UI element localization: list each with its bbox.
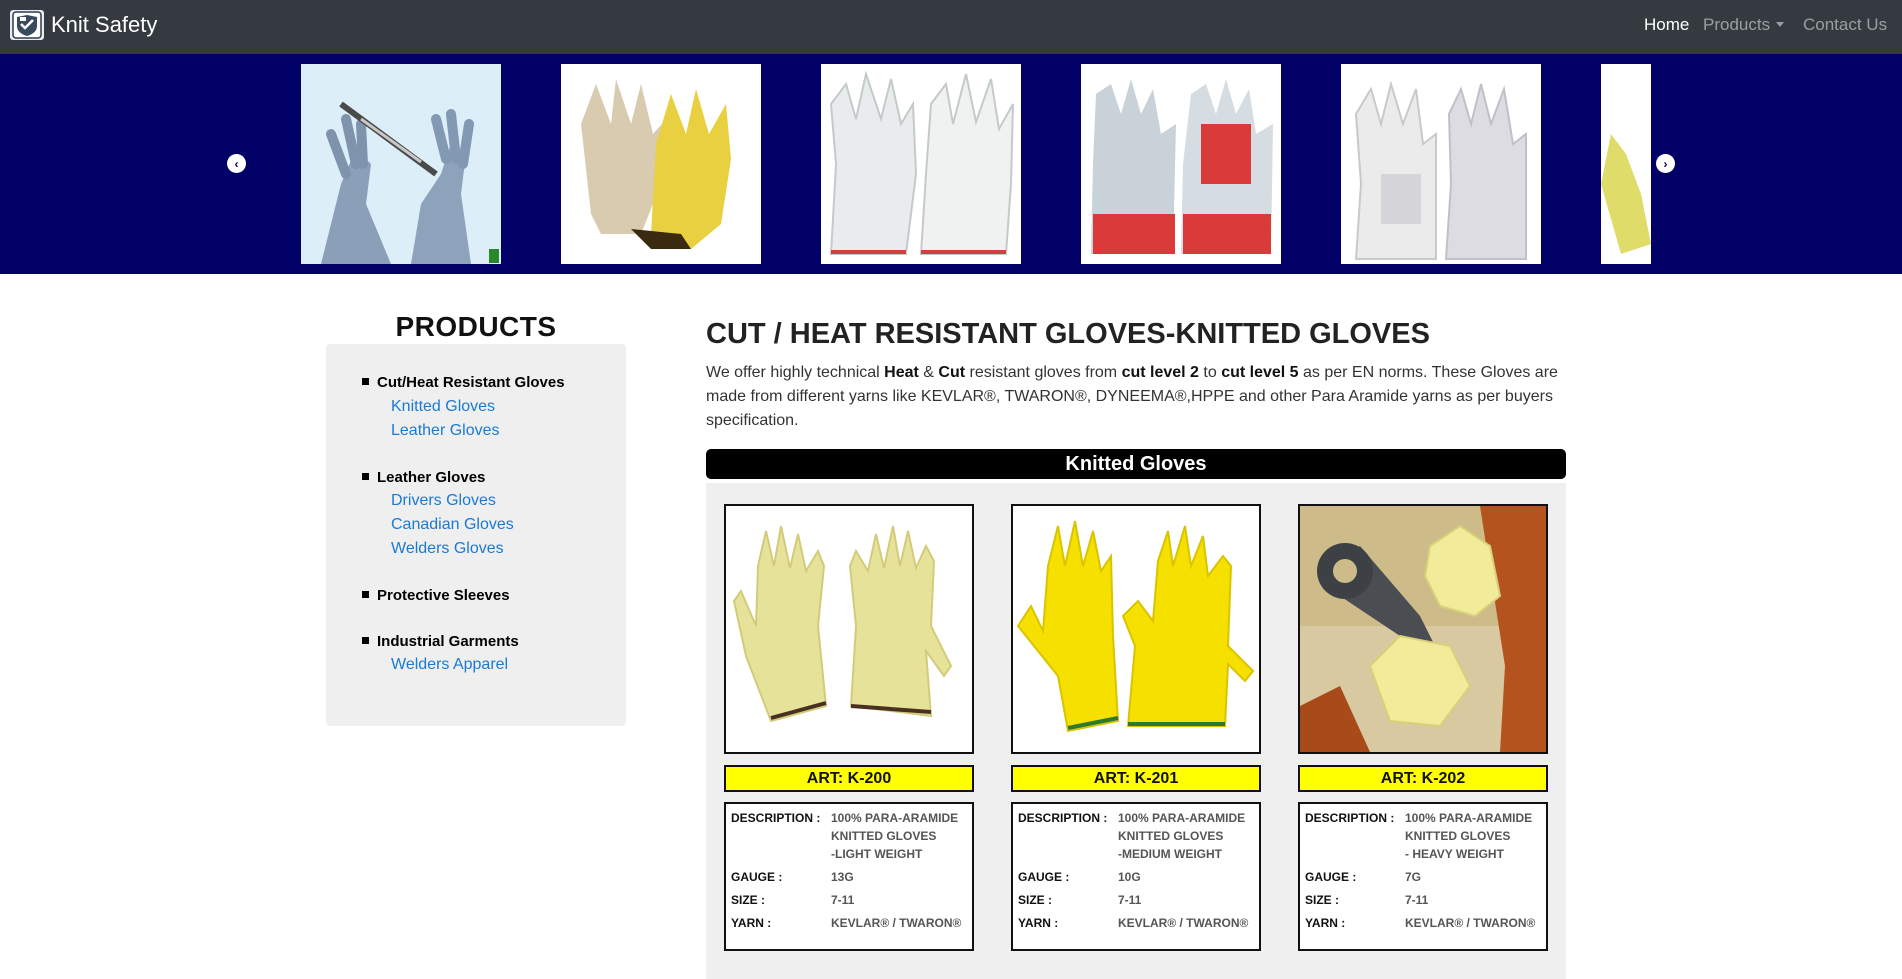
spec-label-gauge: GAUGE : — [731, 870, 783, 884]
spec-label-description: DESCRIPTION : — [1305, 811, 1395, 825]
spec-value-description: 100% PARA-ARAMIDE KNITTED GLOVES -MEDIUM… — [1118, 811, 1246, 861]
spec-label-yarn: YARN : — [1018, 916, 1059, 930]
yellow-knitted-gloves-pair-icon — [1013, 506, 1259, 752]
product-image-k200[interactable] — [724, 504, 974, 754]
spec-label-yarn: YARN : — [731, 916, 772, 930]
spec-label-size: SIZE : — [1018, 893, 1053, 907]
spec-label-size: SIZE : — [731, 893, 766, 907]
sidebar-item-knitted-gloves[interactable]: Knitted Gloves — [391, 398, 495, 416]
brand-name: Knit Safety — [51, 12, 158, 37]
bullet-square-icon — [362, 637, 369, 644]
gloved-hands-with-wrench-icon — [1300, 506, 1546, 752]
nav-contact-link[interactable]: Contact Us — [1803, 15, 1887, 35]
spec-value-size: 7-11 — [1118, 893, 1142, 907]
brand-logo-icon — [10, 10, 44, 40]
spec-label-description: DESCRIPTION : — [1018, 811, 1108, 825]
spec-label-yarn: YARN : — [1305, 916, 1346, 930]
chevron-left-icon: ‹ — [234, 156, 239, 171]
carousel-slide-dotted-knitted-glove[interactable] — [561, 64, 761, 264]
product-sidebar: Cut/Heat Resistant Gloves Knitted Gloves… — [326, 344, 626, 726]
sidebar-category-industrial-garments[interactable]: Industrial Garments — [362, 633, 519, 650]
sidebar-heading: PRODUCTS — [395, 311, 557, 342]
nav-home-link[interactable]: Home — [1644, 15, 1689, 35]
sidebar-category-label: Cut/Heat Resistant Gloves — [377, 374, 565, 391]
sidebar-item-welders-gloves[interactable]: Welders Gloves — [391, 540, 504, 558]
carousel-slide-white-leather-welders-gloves[interactable] — [1341, 64, 1541, 264]
sidebar-item-leather-gloves-cut[interactable]: Leather Gloves — [391, 422, 500, 440]
carousel-slide-yellow-knitted-glove[interactable] — [1601, 64, 1651, 264]
carousel-slide-white-leather-driver-gloves[interactable] — [821, 64, 1021, 264]
spec-value-gauge: 10G — [1118, 870, 1141, 884]
spec-value-description: 100% PARA-ARAMIDE KNITTED GLOVES - HEAVY… — [1405, 811, 1533, 861]
spec-value-description: 100% PARA-ARAMIDE KNITTED GLOVES -LIGHT … — [831, 811, 959, 861]
chevron-right-icon: › — [1663, 156, 1668, 171]
carousel-prev-button[interactable]: ‹ — [227, 154, 246, 173]
top-navbar: Knit Safety Home Products Contact Us — [0, 0, 1902, 54]
page-title: CUT / HEAT RESISTANT GLOVES-KNITTED GLOV… — [706, 318, 1430, 350]
product-art-label: ART: K-202 — [1298, 765, 1548, 792]
carousel-next-button[interactable]: › — [1656, 154, 1675, 173]
sidebar-category-label: Protective Sleeves — [377, 587, 510, 604]
bullet-square-icon — [362, 591, 369, 598]
product-spec-table: DESCRIPTION : 100% PARA-ARAMIDE KNITTED … — [724, 802, 974, 951]
sidebar-category-label: Leather Gloves — [377, 469, 486, 486]
chevron-down-icon — [1776, 22, 1785, 27]
spec-label-gauge: GAUGE : — [1305, 870, 1357, 884]
product-spec-table: DESCRIPTION : 100% PARA-ARAMIDE KNITTED … — [1011, 802, 1261, 951]
sidebar-category-cut-heat[interactable]: Cut/Heat Resistant Gloves — [362, 374, 565, 391]
brand-link[interactable]: Knit Safety — [10, 10, 157, 40]
sidebar-category-label: Industrial Garments — [377, 633, 519, 650]
section-title-bar: Knitted Gloves — [706, 449, 1566, 479]
pale-yellow-knitted-gloves-pair-icon — [726, 506, 972, 752]
spec-value-gauge: 13G — [831, 870, 854, 884]
spec-value-yarn: KEVLAR® / TWARON® — [1405, 916, 1536, 930]
nav-products-dropdown[interactable]: Products — [1703, 15, 1785, 35]
carousel-slide-grey-knitted-cut-glove-with-knife[interactable] — [301, 64, 501, 264]
spec-label-gauge: GAUGE : — [1018, 870, 1070, 884]
bullet-square-icon — [362, 473, 369, 480]
spec-value-yarn: KEVLAR® / TWARON® — [831, 916, 962, 930]
spec-label-description: DESCRIPTION : — [731, 811, 821, 825]
spec-value-gauge: 7G — [1405, 870, 1422, 884]
nav-products-label: Products — [1703, 15, 1771, 34]
product-image-k201[interactable] — [1011, 504, 1261, 754]
sidebar-item-drivers-gloves[interactable]: Drivers Gloves — [391, 492, 496, 510]
sidebar-category-leather-gloves[interactable]: Leather Gloves — [362, 469, 485, 486]
spec-value-size: 7-11 — [831, 893, 855, 907]
product-art-label: ART: K-201 — [1011, 765, 1261, 792]
product-image-k202[interactable] — [1298, 504, 1548, 754]
product-art-label: ART: K-200 — [724, 765, 974, 792]
bullet-square-icon — [362, 378, 369, 385]
spec-label-size: SIZE : — [1305, 893, 1340, 907]
carousel-slide-red-canadian-gloves[interactable] — [1081, 64, 1281, 264]
spec-value-yarn: KEVLAR® / TWARON® — [1118, 916, 1249, 930]
intro-paragraph: We offer highly technical Heat & Cut res… — [706, 364, 1558, 429]
sidebar-item-welders-apparel[interactable]: Welders Apparel — [391, 656, 508, 674]
product-carousel: ‹ › — [0, 54, 1902, 274]
sidebar-category-protective-sleeves[interactable]: Protective Sleeves — [362, 587, 510, 604]
sidebar-item-canadian-gloves[interactable]: Canadian Gloves — [391, 516, 514, 534]
product-spec-table: DESCRIPTION : 100% PARA-ARAMIDE KNITTED … — [1298, 802, 1548, 951]
spec-value-size: 7-11 — [1405, 893, 1429, 907]
